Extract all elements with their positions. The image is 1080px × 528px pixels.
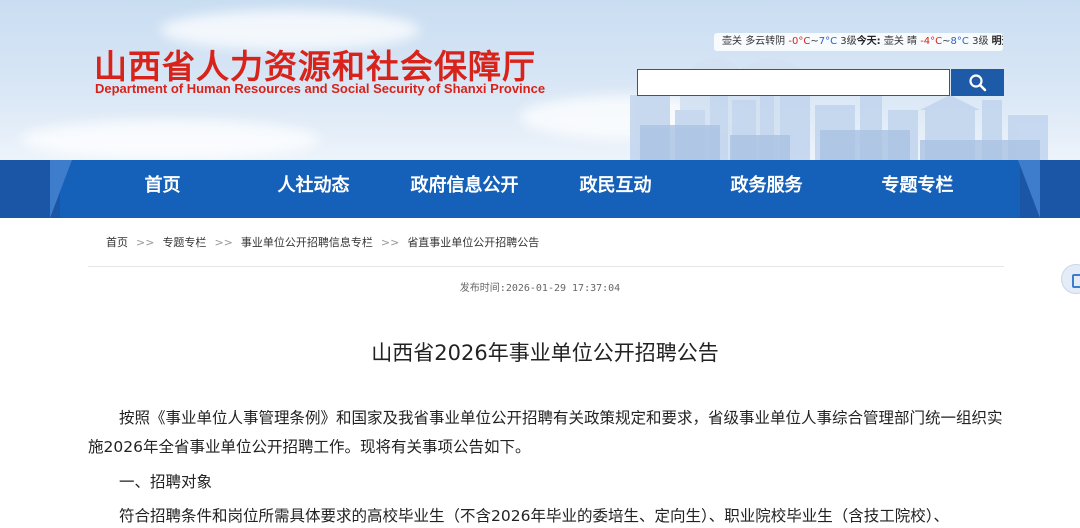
nav-item-interaction[interactable]: 政民互动 xyxy=(540,160,691,218)
article-section-heading: 一、招聘对象 xyxy=(88,473,213,491)
weather-wind: 3级 xyxy=(972,36,989,47)
article-title: 山西省2026年事业单位公开招聘公告 xyxy=(371,341,719,365)
weather-today-label: 今天: xyxy=(856,36,881,47)
breadcrumb-separator: >> xyxy=(380,236,400,249)
search-button[interactable] xyxy=(951,69,1004,96)
nav-item-home[interactable]: 首页 xyxy=(87,160,238,218)
weather-widget: 壶关 多云转阴 -0°C~7°C 3级今天: 壶关 晴 -4°C~8°C 3级 … xyxy=(714,33,1003,51)
weather-range-sep: ~ xyxy=(942,36,951,47)
breadcrumb-home[interactable]: 首页 xyxy=(106,236,128,249)
nav-item-services[interactable]: 政务服务 xyxy=(691,160,842,218)
weather-wind: 3级 xyxy=(840,36,857,47)
weather-range-sep: ~ xyxy=(810,36,819,47)
divider xyxy=(88,266,1004,267)
breadcrumb-separator: >> xyxy=(214,236,233,249)
breadcrumb-recruit-column[interactable]: 事业单位公开招聘信息专栏 xyxy=(241,236,373,249)
weather-high: 7°C xyxy=(818,36,838,47)
weather-city: 壶关 xyxy=(883,36,904,47)
article-paragraph: 符合招聘条件和岗位所需具体要求的高校毕业生（不含2026年毕业的委培生、定向生）… xyxy=(88,507,949,525)
weather-condition: 多云转阴 xyxy=(745,36,786,47)
site-title-en[interactable]: Department of Human Resources and Social… xyxy=(95,81,545,96)
weather-low: -4°C xyxy=(920,36,943,47)
main-nav: 首页 人社动态 政府信息公开 政民互动 政务服务 专题专栏 xyxy=(0,160,1080,218)
site-header: 山西省人力资源和社会保障厅 Department of Human Resour… xyxy=(0,0,1080,218)
city-skyline-illustration xyxy=(630,57,1048,170)
weather-city: 壶关 xyxy=(722,36,742,47)
breadcrumb-separator: >> xyxy=(136,236,155,249)
nav-item-news[interactable]: 人社动态 xyxy=(238,160,389,218)
search-input[interactable] xyxy=(637,69,950,96)
nav-edge-right xyxy=(1018,160,1040,218)
weather-high: 8°C xyxy=(950,36,969,47)
search-icon xyxy=(968,73,986,91)
article-paragraph: 按照《事业单位人事管理条例》和国家及我省事业单位公开招聘有关政策规定和要求，省级… xyxy=(88,409,1003,456)
weather-condition: 晴 xyxy=(907,36,918,47)
weather-tomorrow-label: 明天: xyxy=(991,36,1003,47)
cloud-decoration xyxy=(20,120,320,160)
nav-item-gov-info[interactable]: 政府信息公开 xyxy=(389,160,540,218)
weather-low: -0°C xyxy=(788,36,811,47)
breadcrumb-topics[interactable]: 专题专栏 xyxy=(162,236,206,249)
breadcrumb: 首页 >> 专题专栏 >> 事业单位公开招聘信息专栏 >> 省直事业单位公开招聘公告 xyxy=(106,234,539,250)
publish-time-value: 2026-01-29 17:37:04 xyxy=(505,283,621,294)
publish-time: 发布时间:2026-01-29 17:37:04 xyxy=(0,279,1080,294)
nav-edge-left xyxy=(50,160,72,218)
publish-time-label: 发布时间: xyxy=(459,283,506,294)
breadcrumb-current[interactable]: 省直事业单位公开招聘公告 xyxy=(407,236,539,249)
nav-item-topics[interactable]: 专题专栏 xyxy=(842,160,993,218)
nav-items: 首页 人社动态 政府信息公开 政民互动 政务服务 专题专栏 xyxy=(87,160,993,218)
